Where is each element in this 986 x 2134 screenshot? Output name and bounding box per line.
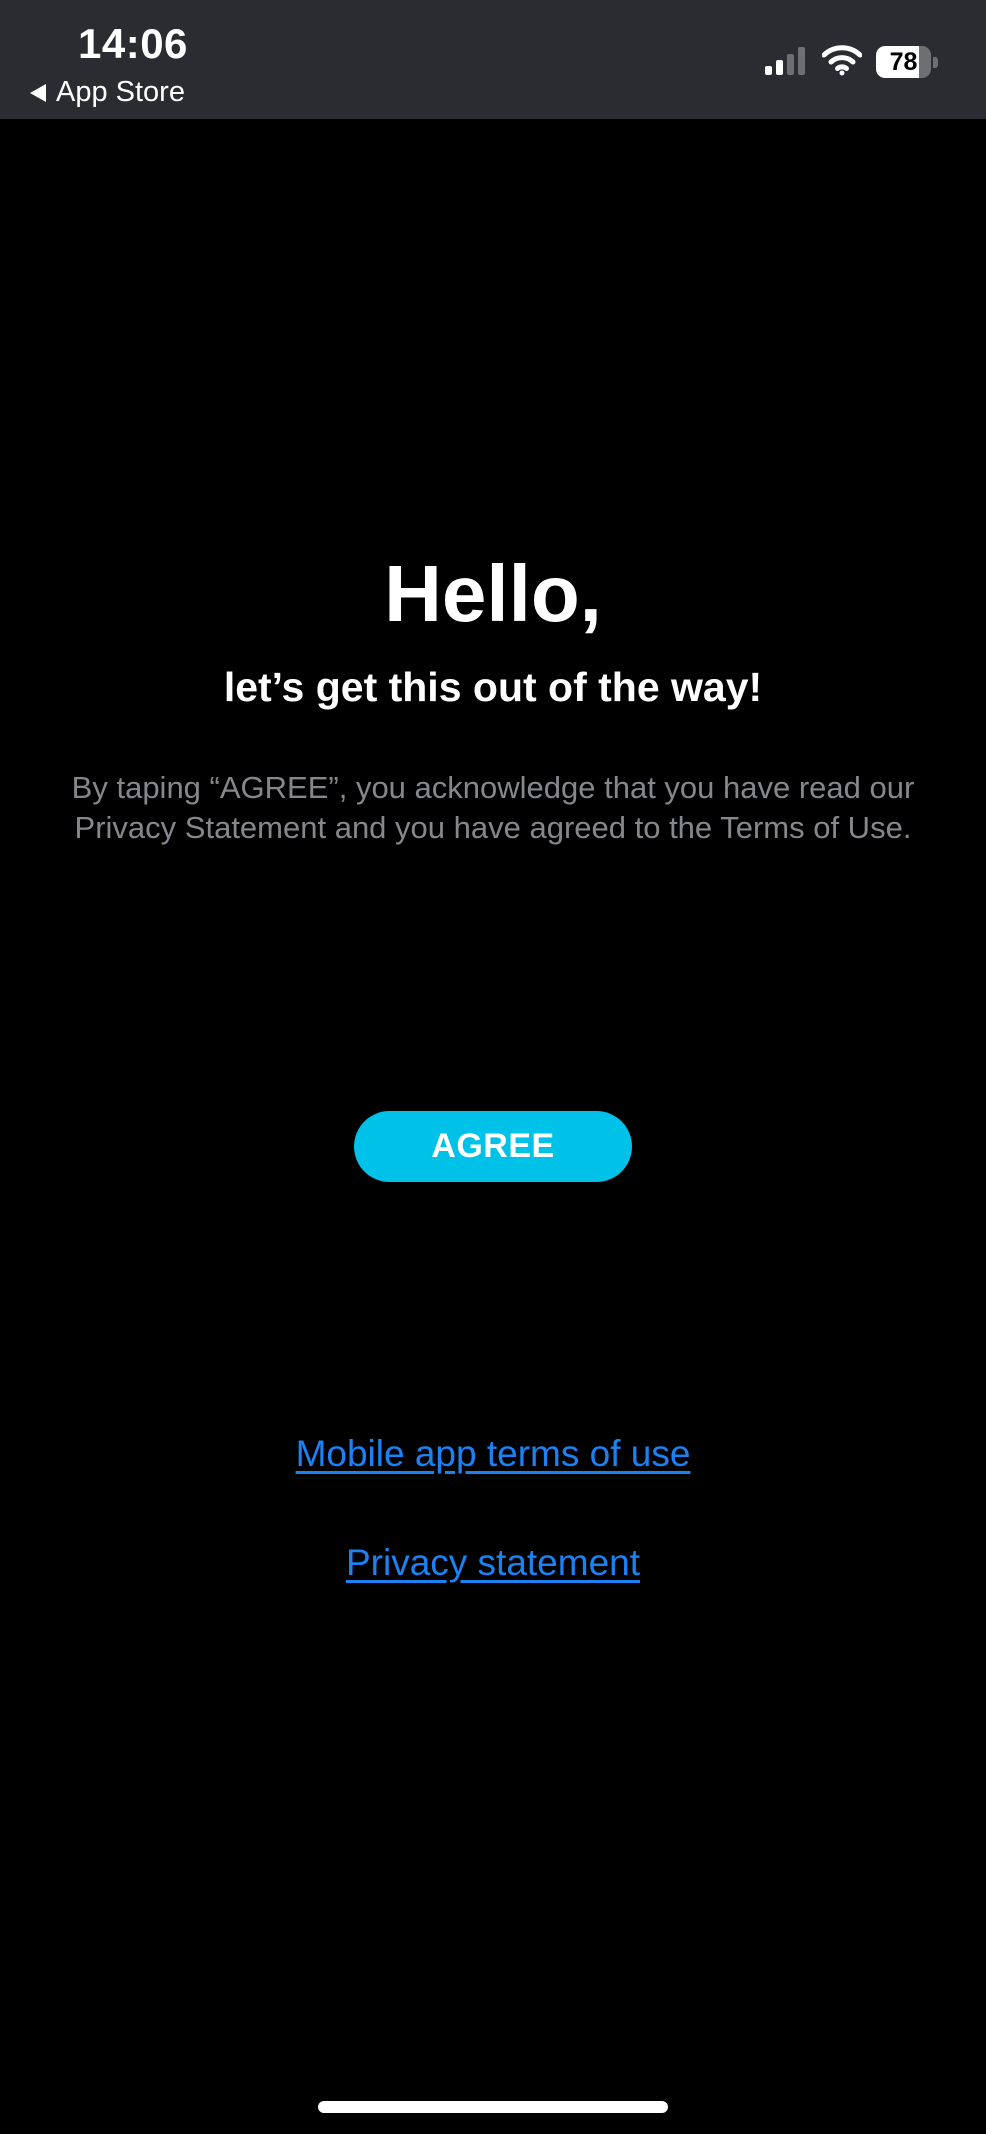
status-bar: 14:06 App Store 78: [0, 0, 986, 119]
page-title: Hello,: [384, 549, 602, 638]
home-indicator[interactable]: [318, 2101, 668, 2113]
back-arrow-icon: [30, 83, 46, 102]
terms-of-use-link[interactable]: Mobile app terms of use: [0, 1433, 986, 1475]
wifi-icon: [822, 45, 862, 76]
terms-consent-screen: 14:06 App Store 78 Hello, let’s get this: [0, 0, 986, 2134]
agree-button[interactable]: AGREE: [354, 1111, 632, 1182]
battery-icon: 78: [876, 46, 938, 78]
privacy-statement-link[interactable]: Privacy statement: [0, 1542, 986, 1584]
status-time: 14:06: [78, 20, 188, 67]
page-subtitle: let’s get this out of the way!: [223, 664, 763, 710]
back-to-app-store-link[interactable]: App Store: [30, 76, 185, 109]
battery-level: 78: [889, 47, 918, 76]
cellular-signal-icon: [765, 47, 805, 75]
battery-tip: [933, 56, 938, 68]
consent-notice: By taping “AGREE”, you acknowledge that …: [71, 770, 915, 845]
battery-body: 78: [876, 46, 932, 78]
back-link-label: App Store: [56, 76, 185, 108]
